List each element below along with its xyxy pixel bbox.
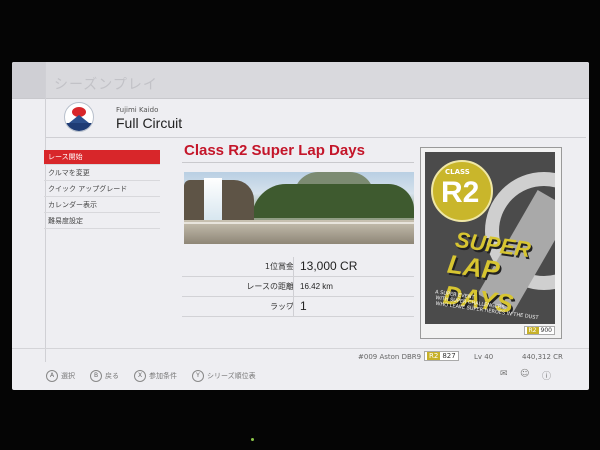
x-button-icon: X <box>134 370 146 382</box>
menu-item-start-race[interactable]: レース開始 <box>44 150 160 165</box>
message-icon[interactable]: ✉ <box>500 369 508 379</box>
fujimi-kaido-logo-icon <box>64 102 94 132</box>
mode-title: シーズンプレイ <box>54 77 158 93</box>
car-pp-badge: R2 827 <box>424 351 459 361</box>
title-divider <box>182 162 414 163</box>
track-preview-image <box>184 172 414 244</box>
status-bar: #009 Aston DBR9 R2 827 Lv 40 440,312 CR <box>12 348 589 365</box>
header-divider <box>46 137 586 138</box>
detail-row-laps: ラップ › 1 <box>182 297 414 317</box>
menu-item-quick-upgrade[interactable]: クイック アップグレード <box>44 182 160 197</box>
detail-value: 13,000 CR <box>300 259 358 273</box>
detail-label: 1位賞金 <box>264 262 294 271</box>
menu-item-change-car[interactable]: クルマを変更 <box>44 166 160 181</box>
friends-icon[interactable]: ☺ <box>520 369 529 379</box>
hint-select[interactable]: A 選択 <box>46 370 75 382</box>
help-icon[interactable]: ⓘ <box>542 369 551 382</box>
hint-entry-conditions[interactable]: X 参加条件 <box>134 370 177 382</box>
detail-row-prize: 1位賞金 › 13,000 CR <box>182 257 414 277</box>
poster-pp-badge: R2 900 <box>523 326 555 335</box>
event-poster: CLASS R2 SUPER LAP DAYS A SUPER EVENT WI… <box>420 147 562 339</box>
a-button-icon: A <box>46 370 58 382</box>
event-menu: レース開始 クルマを変更 クイック アップグレード カレンダー表示 難易度設定 <box>44 150 160 230</box>
chevron-right-icon: › <box>286 301 290 310</box>
detail-value: 16.42 km <box>300 282 333 291</box>
chevron-right-icon: › <box>286 261 290 270</box>
chevron-right-icon: › <box>286 281 290 290</box>
detail-value: 1 <box>300 299 307 313</box>
game-screen: シーズンプレイ Fujimi Kaido Full Circuit レース開始 … <box>12 62 589 390</box>
menu-item-calendar[interactable]: カレンダー表示 <box>44 198 160 213</box>
menu-item-difficulty[interactable]: 難易度設定 <box>44 214 160 229</box>
detail-label: ラップ <box>270 302 294 311</box>
power-led <box>251 438 254 441</box>
driver-level: Lv 40 <box>474 353 494 361</box>
header-accent <box>12 62 46 98</box>
b-button-icon: B <box>90 370 102 382</box>
event-title: Class R2 Super Lap Days <box>184 142 365 159</box>
y-button-icon: Y <box>192 370 204 382</box>
hint-series-standings[interactable]: Y シリーズ順位表 <box>192 370 256 382</box>
credits: 440,312 CR <box>522 353 563 361</box>
event-details-table: 1位賞金 › 13,000 CR レースの距離 › 16.42 km ラップ ›… <box>182 257 414 317</box>
button-hints-bar: A 選択 B 戻る X 参加条件 Y シリーズ順位表 ✉ ☺ ⓘ <box>12 364 589 384</box>
track-name: Full Circuit <box>116 115 183 131</box>
hint-back[interactable]: B 戻る <box>90 370 119 382</box>
track-subtitle: Fujimi Kaido <box>116 106 159 114</box>
header-band: シーズンプレイ <box>12 62 589 99</box>
current-car: #009 Aston DBR9 <box>358 353 422 361</box>
detail-row-distance: レースの距離 › 16.42 km <box>182 277 414 297</box>
class-badge: CLASS R2 <box>431 160 493 222</box>
